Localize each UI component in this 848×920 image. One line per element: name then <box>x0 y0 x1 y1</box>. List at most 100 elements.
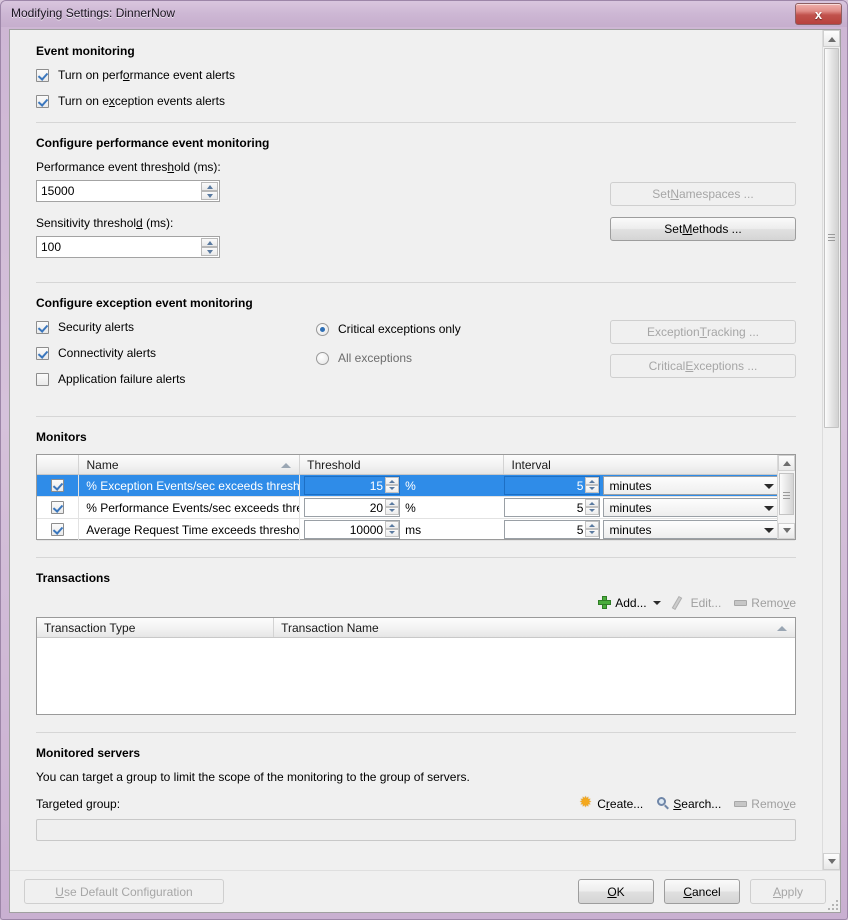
targeted-group-label: Targeted group: <box>36 796 121 811</box>
row-checkbox[interactable] <box>37 518 80 541</box>
divider <box>36 282 796 283</box>
checkbox-performance-event-alerts[interactable]: Turn on performance event alerts <box>36 68 796 82</box>
dialog-scrollbar[interactable] <box>822 30 840 870</box>
spinner-up-icon[interactable] <box>585 477 600 485</box>
checkbox-connectivity-alerts[interactable]: Connectivity alerts <box>36 346 316 360</box>
apply-button[interactable]: Apply <box>750 879 826 904</box>
remove-transaction-button[interactable]: Remove <box>733 595 796 610</box>
spinner-up-icon[interactable] <box>201 182 218 191</box>
interval-unit-dropdown[interactable]: minutes <box>603 476 780 495</box>
spinner-down-icon[interactable] <box>201 191 218 200</box>
sort-ascending-icon <box>777 626 787 631</box>
threshold-unit: ms <box>405 522 422 537</box>
radio-all-exceptions[interactable]: All exceptions <box>316 351 566 365</box>
column-header-interval[interactable]: Interval <box>504 455 795 474</box>
spinner-buttons[interactable] <box>201 238 218 256</box>
sensitivity-threshold-label: Sensitivity threshold (ms): <box>36 216 174 230</box>
row-checkbox[interactable] <box>37 496 80 519</box>
spinner-up-icon[interactable] <box>585 521 600 529</box>
scrollbar-thumb[interactable] <box>824 48 839 428</box>
spinner-down-icon[interactable] <box>385 485 400 493</box>
grip-icon <box>828 234 835 242</box>
search-icon <box>655 796 670 811</box>
threshold-spinner[interactable]: 10000 <box>304 520 401 539</box>
divider <box>36 416 796 417</box>
spinner-buttons[interactable] <box>585 499 600 516</box>
spinner-up-icon[interactable] <box>385 521 400 529</box>
column-header-transaction-type[interactable]: Transaction Type <box>37 618 275 637</box>
radio-critical-exceptions-only[interactable]: Critical exceptions only <box>316 322 566 336</box>
spinner-up-icon[interactable] <box>385 499 400 507</box>
remove-group-button[interactable]: Remove <box>733 796 796 811</box>
checkbox-exception-events-alerts[interactable]: Turn on exception events alerts <box>36 94 796 108</box>
search-group-button[interactable]: Search... <box>655 796 721 811</box>
interval-spinner[interactable]: 5 <box>504 520 601 539</box>
radio-icon <box>316 351 329 365</box>
spinner-up-icon[interactable] <box>585 499 600 507</box>
performance-threshold-field[interactable] <box>36 180 220 202</box>
title-bar[interactable]: Modifying Settings: DinnerNow x <box>1 1 847 27</box>
targeted-group-field[interactable] <box>36 819 796 841</box>
scrollbar-thumb[interactable] <box>779 473 794 515</box>
scroll-down-icon[interactable] <box>823 853 840 870</box>
row-checkbox[interactable] <box>37 474 80 497</box>
close-button[interactable]: x <box>795 3 842 25</box>
spinner-down-icon[interactable] <box>585 507 600 515</box>
spinner-buttons[interactable] <box>585 521 600 538</box>
interval-unit-value: minutes <box>609 500 652 515</box>
add-transaction-button[interactable]: Add... <box>597 595 661 610</box>
radio-icon <box>316 322 329 336</box>
create-group-button[interactable]: Create... <box>579 793 643 811</box>
performance-threshold-input[interactable] <box>37 181 197 201</box>
checkbox-application-failure-alerts[interactable]: Application failure alerts <box>36 372 316 386</box>
monitors-grid-scrollbar[interactable] <box>777 455 795 539</box>
spinner-buttons[interactable] <box>385 477 400 494</box>
checkbox-icon <box>36 68 49 82</box>
grip-icon <box>783 490 790 499</box>
interval-unit-dropdown[interactable]: minutes <box>603 498 780 517</box>
interval-spinner[interactable]: 5 <box>504 476 601 495</box>
chevron-down-icon[interactable] <box>652 600 661 605</box>
table-row[interactable]: Average Request Time exceeds threshold 1… <box>37 518 795 541</box>
exception-monitoring-heading: Configure exception event monitoring <box>36 296 253 310</box>
table-row[interactable]: % Performance Events/sec exceeds thresho… <box>37 496 795 519</box>
spinner-buttons[interactable] <box>385 499 400 516</box>
use-default-configuration-button[interactable]: Use Default Configuration <box>24 879 224 904</box>
scroll-up-icon[interactable] <box>778 455 795 471</box>
cancel-button[interactable]: Cancel <box>664 879 740 904</box>
spinner-up-icon[interactable] <box>385 477 400 485</box>
sensitivity-threshold-input[interactable] <box>37 237 197 257</box>
exception-tracking-button[interactable]: Exception Tracking ... <box>610 320 796 344</box>
ok-button[interactable]: OK <box>578 879 654 904</box>
sensitivity-threshold-field[interactable] <box>36 236 220 258</box>
spinner-buttons[interactable] <box>385 521 400 538</box>
set-namespaces-button[interactable]: Set Namespaces ... <box>610 182 796 206</box>
spinner-up-icon[interactable] <box>201 238 218 247</box>
critical-exceptions-button[interactable]: Critical Exceptions ... <box>610 354 796 378</box>
spinner-down-icon[interactable] <box>385 529 400 537</box>
table-row[interactable]: % Exception Events/sec exceeds threshold… <box>37 474 795 497</box>
resize-grip[interactable] <box>826 898 838 910</box>
column-header-select[interactable] <box>37 455 80 474</box>
interval-unit-dropdown[interactable]: minutes <box>603 520 780 539</box>
spinner-down-icon[interactable] <box>385 507 400 515</box>
column-header-name[interactable]: Name <box>79 455 301 474</box>
spinner-down-icon[interactable] <box>201 247 218 256</box>
radio-label: Critical exceptions only <box>338 322 461 336</box>
threshold-spinner[interactable]: 15 <box>304 476 401 495</box>
set-methods-button[interactable]: Set Methods ... <box>610 217 796 241</box>
interval-spinner[interactable]: 5 <box>504 498 601 517</box>
column-header-transaction-name[interactable]: Transaction Name <box>274 618 795 637</box>
spinner-buttons[interactable] <box>201 182 218 200</box>
scroll-up-icon[interactable] <box>823 30 840 47</box>
scroll-down-icon[interactable] <box>778 523 795 539</box>
threshold-value: 15 <box>369 478 384 493</box>
spinner-buttons[interactable] <box>585 477 600 494</box>
sort-ascending-icon <box>281 463 292 468</box>
spinner-down-icon[interactable] <box>585 485 600 493</box>
threshold-spinner[interactable]: 20 <box>304 498 401 517</box>
checkbox-security-alerts[interactable]: Security alerts <box>36 320 316 334</box>
edit-transaction-button[interactable]: Edit... <box>673 595 722 610</box>
column-header-threshold[interactable]: Threshold <box>300 455 505 474</box>
spinner-down-icon[interactable] <box>585 529 600 537</box>
